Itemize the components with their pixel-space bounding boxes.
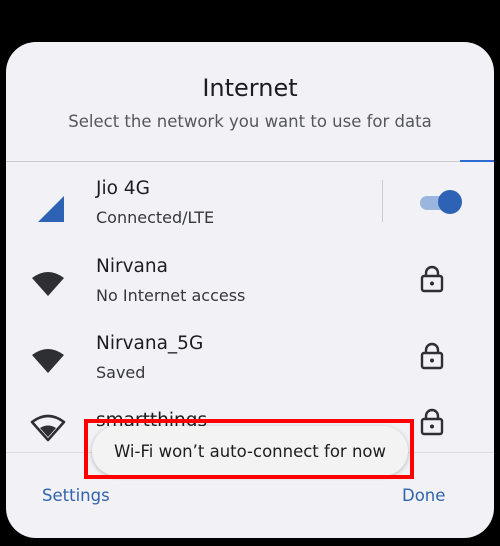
wifi-icon [32,272,64,296]
network-row-nirvana[interactable]: Nirvana No Internet access [6,248,494,324]
mobile-data-toggle[interactable] [418,190,462,214]
cellular-signal-icon [38,196,64,222]
network-name: Nirvana [96,256,168,277]
highlight-box [84,419,414,479]
wifi-outline-icon [30,414,66,442]
lock-icon [420,342,444,370]
dialog-title: Internet [202,74,298,102]
network-status: No Internet access [96,286,246,305]
wifi-icon [32,349,64,373]
network-name: Nirvana_5G [96,333,204,354]
settings-button[interactable]: Settings [42,486,110,505]
network-row-nirvana-5g[interactable]: Nirvana_5G Saved [6,325,494,401]
dialog-subtitle: Select the network you want to use for d… [68,112,432,131]
network-status: Connected/LTE [96,208,215,227]
scroll-indicator [460,160,494,162]
network-name: Jio 4G [96,178,150,199]
network-status: Saved [96,363,146,382]
lock-icon [420,265,444,293]
toggle-separator [382,180,383,222]
done-button[interactable]: Done [402,486,445,505]
toggle-knob [438,190,462,214]
lock-icon [420,408,444,436]
header-divider [6,161,494,162]
